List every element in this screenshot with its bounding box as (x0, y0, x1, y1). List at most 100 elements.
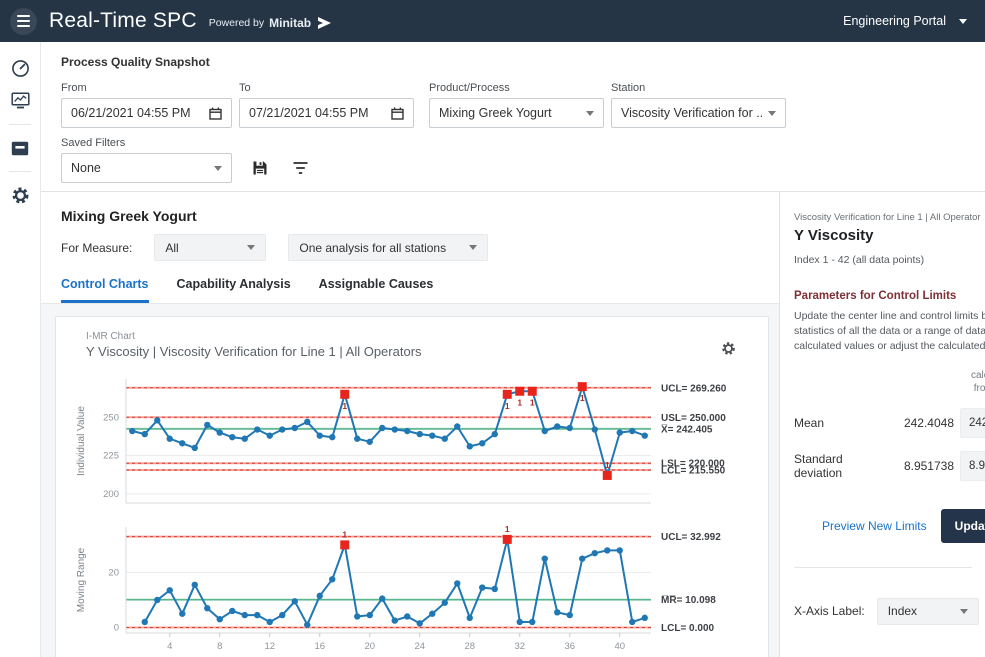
calendar-icon[interactable] (209, 107, 222, 120)
station-label: Station (611, 82, 786, 94)
filter-options-button[interactable] (288, 156, 312, 180)
xaxis-value: Index (888, 604, 954, 618)
svg-text:UCL= 32.992: UCL= 32.992 (661, 532, 721, 543)
svg-text:LCL= 215.550: LCL= 215.550 (661, 466, 726, 477)
chart-type-label: I-MR Chart (86, 331, 768, 342)
panel-subtitle: Viscosity Verification for Line 1 | All … (794, 212, 982, 223)
moving-range-chart: 200UCL= 32.992M̅R̅= 10.098LCL= 0.0004812… (70, 521, 750, 657)
svg-text:UCL= 269.260: UCL= 269.260 (661, 383, 727, 394)
to-label: To (239, 82, 414, 94)
calendar-icon[interactable] (391, 107, 404, 120)
gear-icon (721, 341, 736, 356)
svg-text:20: 20 (364, 641, 375, 652)
individual-chart: 250 225 200 UCL= 269.260 USL= 250.000X̅= 242… (70, 373, 750, 507)
from-date-value: 06/21/2021 04:55 PM (71, 106, 209, 120)
svg-text:1: 1 (530, 398, 535, 408)
menu-button[interactable] (10, 8, 37, 35)
svg-text:200: 200 (103, 489, 119, 500)
chevron-down-icon (960, 609, 968, 614)
for-measure-label: For Measure: (61, 241, 132, 255)
brand-name: Minitab (269, 16, 311, 30)
svg-text:USL= 250.000: USL= 250.000 (661, 413, 726, 424)
product-label: Product/Process (429, 82, 604, 94)
sidebar-divider (9, 124, 31, 125)
app-root: Real-Time SPC Powered by Minitab Enginee… (0, 0, 985, 657)
svg-text:40: 40 (614, 641, 625, 652)
tab-capability-analysis[interactable]: Capability Analysis (177, 277, 291, 303)
svg-text:36: 36 (564, 641, 575, 652)
svg-text:1: 1 (505, 524, 510, 534)
app-title: Real-Time SPC (49, 9, 197, 33)
mean-calculated-value: 242.4048 (890, 416, 954, 430)
svg-text:20: 20 (108, 568, 119, 579)
svg-text:32: 32 (514, 641, 525, 652)
sidebar-divider (9, 171, 31, 172)
chart-title: Y Viscosity | Viscosity Verification for… (86, 344, 768, 359)
chevron-down-icon (768, 111, 776, 116)
xaxis-label: X-Axis Label: (794, 604, 865, 618)
saved-filters-field: Saved Filters None (61, 137, 232, 183)
from-date-input[interactable]: 06/21/2021 04:55 PM (61, 98, 232, 128)
save-filter-button[interactable] (248, 156, 272, 180)
gear-icon (11, 186, 30, 205)
stdev-label: Standard deviation (794, 452, 890, 480)
chevron-down-icon (959, 19, 967, 24)
to-date-input[interactable]: 07/21/2021 04:55 PM (239, 98, 414, 128)
analysis-mode-value: One analysis for all stations (299, 241, 463, 255)
main-area: Mixing Greek Yogurt For Measure: All One… (41, 192, 779, 657)
from-label: From (61, 82, 232, 94)
saved-filters-label: Saved Filters (61, 137, 232, 149)
mean-input[interactable]: 242.4048 (960, 408, 985, 438)
xaxis-select[interactable]: Index (877, 598, 979, 625)
chart-zone: I-MR Chart Y Viscosity | Viscosity Verif… (41, 304, 779, 657)
process-title: Mixing Greek Yogurt (61, 208, 759, 224)
powered-by: Powered by Minitab (209, 16, 331, 30)
chevron-down-icon (214, 166, 222, 171)
monitor-chart-icon (11, 92, 30, 110)
svg-text:1: 1 (580, 393, 585, 403)
sidebar-item-data[interactable] (7, 135, 33, 161)
svg-text:Moving Range: Moving Range (76, 547, 87, 612)
sidebar-item-settings[interactable] (7, 182, 33, 208)
tab-control-charts[interactable]: Control Charts (61, 277, 149, 303)
chevron-down-icon (586, 111, 594, 116)
portal-selector[interactable]: Engineering Portal (843, 14, 967, 28)
powered-by-label: Powered by (209, 17, 264, 29)
station-select[interactable]: Viscosity Verification for ... (611, 98, 786, 128)
product-field: Product/Process Mixing Greek Yogurt (429, 82, 604, 128)
svg-text:1: 1 (605, 460, 610, 470)
save-icon (252, 160, 268, 176)
stdev-input[interactable]: 8.951738 (960, 451, 985, 481)
svg-text:250: 250 (103, 412, 119, 423)
panel-divider (794, 567, 972, 568)
saved-filters-select[interactable]: None (61, 153, 232, 183)
chevron-down-icon (247, 245, 255, 250)
sidebar-item-reports[interactable] (7, 88, 33, 114)
filter-list-icon (292, 161, 309, 175)
measure-select[interactable]: All (154, 234, 266, 261)
parameters-title: Parameters for Control Limits (794, 290, 985, 302)
svg-text:1: 1 (505, 401, 510, 411)
svg-text:X̅= 242.405: X̅= 242.405 (661, 423, 713, 435)
update-control-limits-button[interactable]: Update Control Limits (941, 509, 985, 543)
app-header: Real-Time SPC Powered by Minitab Enginee… (0, 0, 985, 42)
measure-value: All (165, 241, 241, 255)
product-select[interactable]: Mixing Greek Yogurt (429, 98, 604, 128)
tab-assignable-causes[interactable]: Assignable Causes (319, 277, 434, 303)
svg-text:M̅R̅= 10.098: M̅R̅= 10.098 (661, 594, 716, 606)
svg-text:1: 1 (517, 398, 522, 408)
svg-text:225: 225 (103, 451, 119, 462)
chart-settings-button[interactable] (721, 341, 736, 356)
svg-text:8: 8 (217, 641, 222, 652)
parameters-description: Update the center line and control limit… (794, 309, 985, 355)
imr-chart-card: I-MR Chart Y Viscosity | Viscosity Verif… (55, 316, 769, 657)
sidebar-item-dashboard[interactable] (7, 55, 33, 81)
svg-text:4: 4 (167, 641, 172, 652)
svg-text:1: 1 (342, 529, 347, 539)
from-field: From 06/21/2021 04:55 PM (61, 82, 232, 128)
svg-text:1: 1 (342, 401, 347, 411)
preview-new-limits-link[interactable]: Preview New Limits (822, 519, 927, 533)
analysis-mode-select[interactable]: One analysis for all stations (288, 234, 488, 261)
saved-filters-value: None (71, 161, 208, 175)
panel-title: Y Viscosity (794, 227, 985, 244)
